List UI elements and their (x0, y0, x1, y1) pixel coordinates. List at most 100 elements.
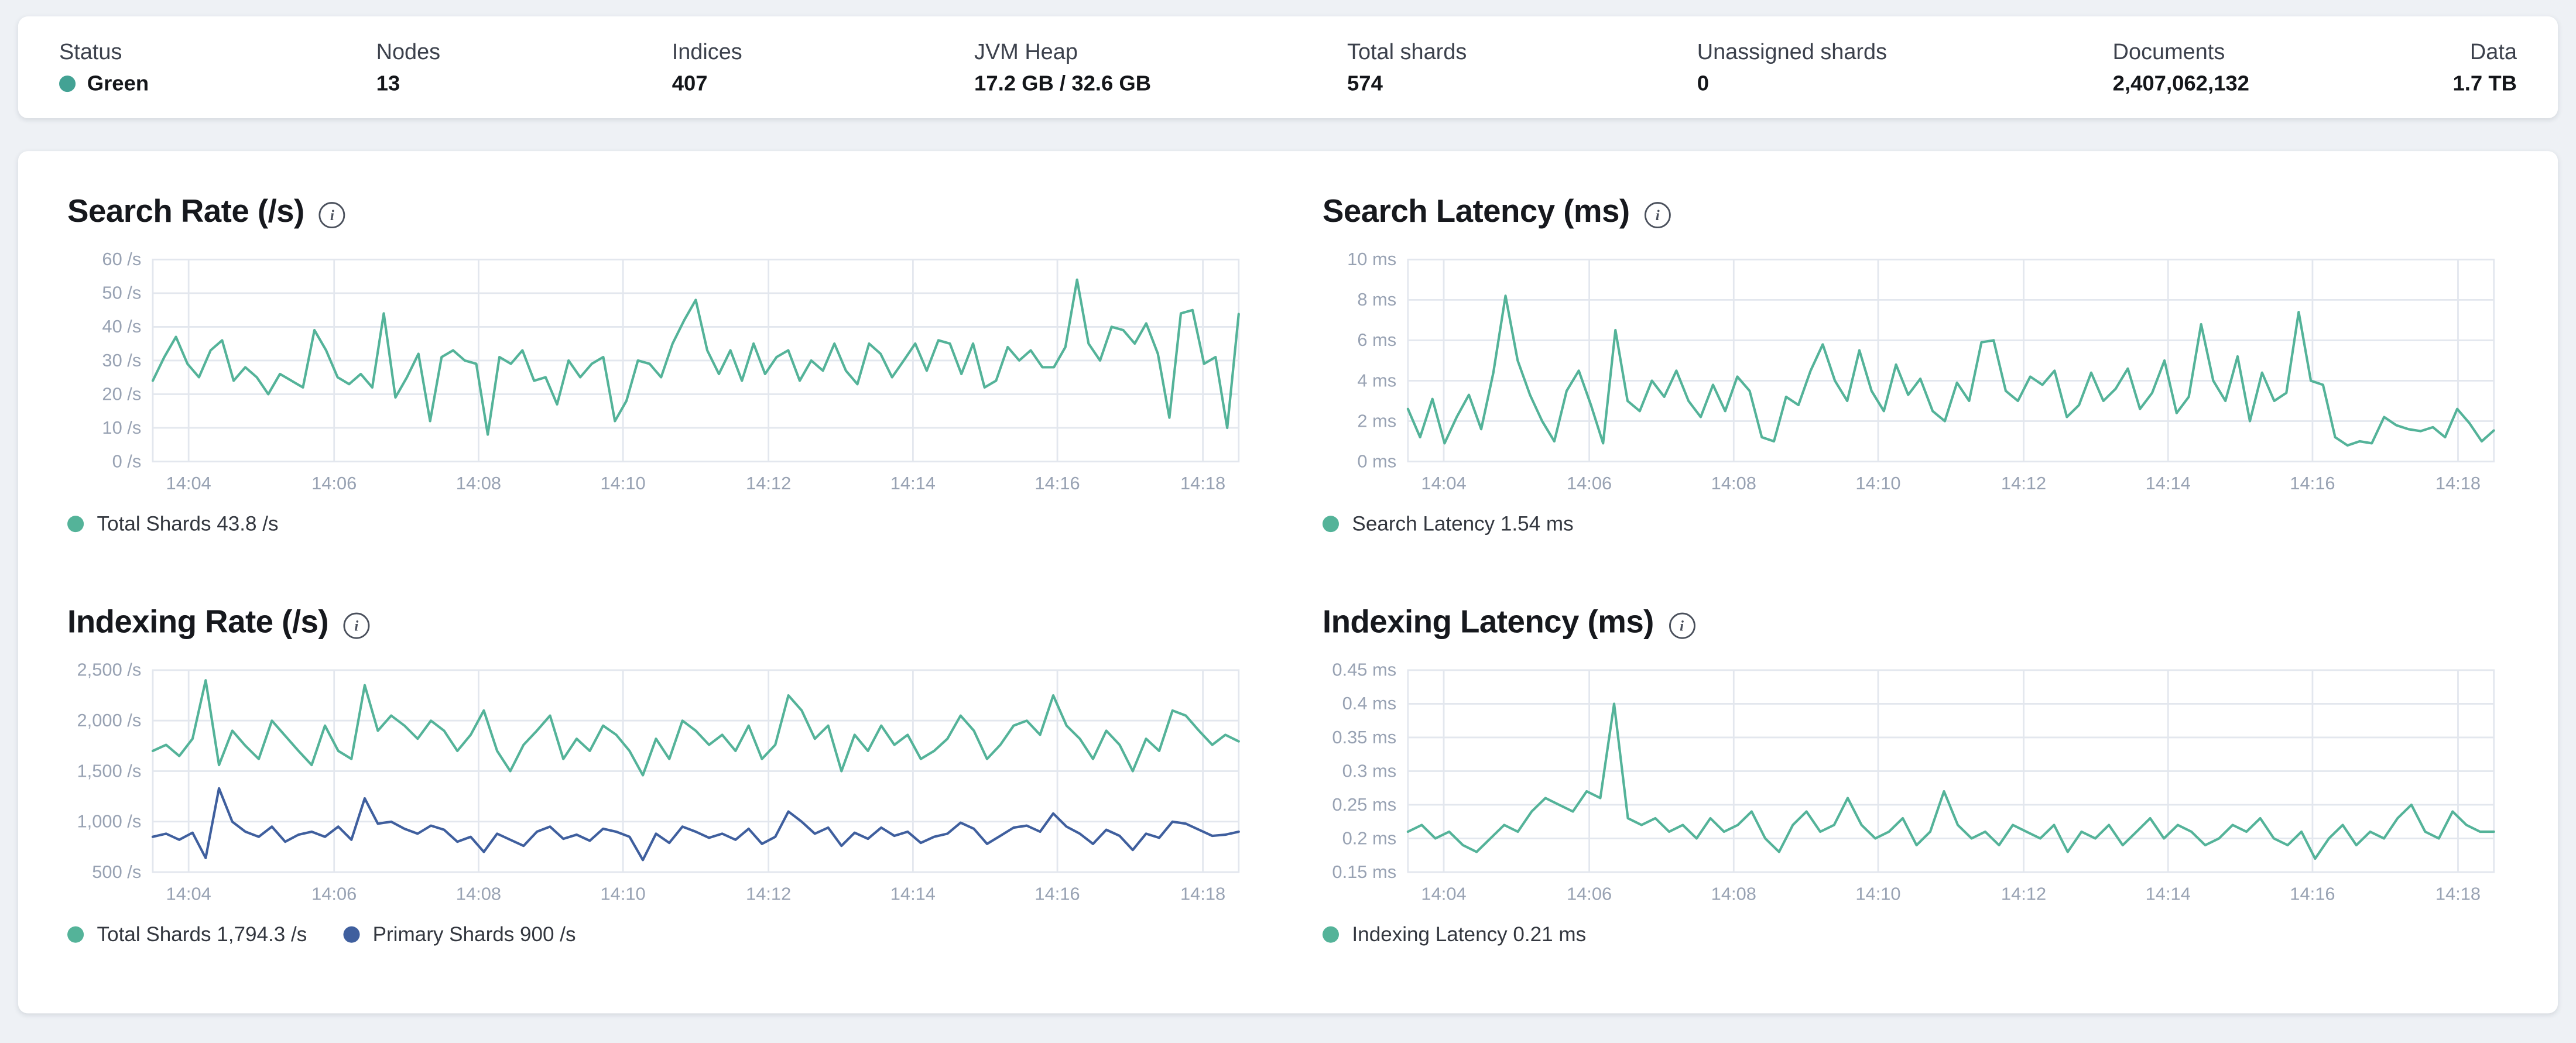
svg-text:14:08: 14:08 (1711, 473, 1756, 493)
svg-text:14:16: 14:16 (1034, 884, 1080, 904)
stat-data-size: Data 1.7 TB (2452, 39, 2516, 95)
stat-status: Status Green (59, 39, 376, 95)
stat-indices-value: 407 (672, 70, 708, 95)
svg-text:14:06: 14:06 (1567, 473, 1612, 493)
legend-label: Search Latency 1.54 ms (1352, 512, 1574, 536)
indexing-rate-title: Indexing Rate (/s) (67, 604, 329, 641)
legend-dot-icon (1322, 516, 1339, 533)
stat-data-size-label: Data (2469, 39, 2517, 64)
search-latency-plot[interactable]: 0 ms 2 ms 4 ms 6 ms 8 ms 10 ms 14:04 14:06 14:08… (1323, 248, 2509, 498)
svg-text:14:04: 14:04 (166, 884, 211, 904)
stat-status-value: Green (87, 70, 149, 95)
stat-unassigned-shards-value: 0 (1697, 70, 1710, 95)
info-icon[interactable]: i (1669, 612, 1695, 639)
svg-text:1,000 /s: 1,000 /s (77, 811, 142, 832)
indexing-latency-plot[interactable]: 0.15 ms 0.2 ms 0.25 ms 0.3 ms 0.35 ms 0.4 ms 0… (1323, 658, 2509, 908)
svg-text:14:10: 14:10 (601, 473, 646, 493)
stat-indices-label: Indices (672, 39, 742, 64)
svg-text:14:12: 14:12 (2001, 473, 2046, 493)
svg-text:14:10: 14:10 (601, 884, 646, 904)
stat-total-shards-label: Total shards (1347, 39, 1467, 64)
legend-dot-icon (1322, 926, 1339, 943)
svg-text:14:18: 14:18 (1180, 473, 1225, 493)
indexing-rate-plot[interactable]: 500 /s 1,000 /s 1,500 /s 2,000 /s 2,500 /s 14… (67, 658, 1253, 908)
svg-text:14:08: 14:08 (456, 473, 501, 493)
indexing-rate-legend: Total Shards 1,794.3 /s Primary Shards 9… (67, 923, 1253, 946)
legend-label: Primary Shards 900 /s (372, 923, 576, 946)
svg-text:14:16: 14:16 (2290, 473, 2335, 493)
svg-text:0 ms: 0 ms (1357, 451, 1396, 471)
stat-jvm-heap: JVM Heap 17.2 GB / 32.6 GB (974, 39, 1347, 95)
svg-text:30 /s: 30 /s (102, 350, 141, 370)
stat-indices: Indices 407 (672, 39, 974, 95)
indexing-latency-chart: Indexing Latency (ms) i 0.15 ms 0.2 ms 0.2… (1322, 605, 2509, 946)
dashboard-viewport: Status Green Nodes 13 Indices 407 JVM He… (0, 0, 2576, 1043)
svg-text:14:18: 14:18 (1180, 884, 1225, 904)
stat-nodes-value: 13 (376, 70, 400, 95)
svg-text:14:12: 14:12 (746, 884, 791, 904)
info-icon[interactable]: i (1644, 201, 1671, 228)
svg-text:14:12: 14:12 (2001, 884, 2046, 904)
svg-text:14:16: 14:16 (2290, 884, 2335, 904)
svg-text:14:10: 14:10 (1855, 884, 1900, 904)
svg-text:14:14: 14:14 (890, 473, 936, 493)
charts-panel: Search Rate (/s) i 0 /s 10 /s 20 /s 30 /s 40… (18, 151, 2558, 1014)
svg-text:20 /s: 20 /s (102, 383, 141, 404)
legend-item: Total Shards 43.8 /s (67, 513, 279, 536)
svg-text:14:12: 14:12 (746, 473, 791, 493)
indexing-latency-legend: Indexing Latency 0.21 ms (1322, 923, 2509, 946)
search-latency-title: Search Latency (ms) (1322, 194, 1630, 230)
legend-item: Search Latency 1.54 ms (1322, 512, 1574, 536)
search-rate-plot[interactable]: 0 /s 10 /s 20 /s 30 /s 40 /s 50 /s 60 /s 14:04 1… (67, 248, 1253, 498)
legend-item: Indexing Latency 0.21 ms (1322, 923, 1586, 946)
stat-nodes: Nodes 13 (376, 39, 672, 95)
svg-text:0.25 ms: 0.25 ms (1332, 794, 1396, 815)
svg-text:10 ms: 10 ms (1347, 249, 1396, 269)
svg-text:50 /s: 50 /s (102, 283, 141, 303)
legend-label: Total Shards 43.8 /s (97, 512, 279, 536)
stat-unassigned-shards: Unassigned shards 0 (1697, 39, 2113, 95)
svg-text:10 /s: 10 /s (102, 417, 141, 438)
status-green-dot-icon (59, 74, 76, 91)
stat-jvm-heap-label: JVM Heap (974, 39, 1078, 64)
svg-text:14:08: 14:08 (456, 884, 501, 904)
svg-text:0.3 ms: 0.3 ms (1342, 760, 1397, 781)
svg-text:14:06: 14:06 (311, 884, 357, 904)
svg-text:2 ms: 2 ms (1357, 410, 1396, 431)
svg-text:0.2 ms: 0.2 ms (1342, 828, 1397, 848)
svg-text:14:14: 14:14 (890, 884, 936, 904)
stat-documents: Documents 2,407,062,132 (2113, 39, 2453, 95)
svg-text:14:08: 14:08 (1711, 884, 1756, 904)
legend-label: Total Shards 1,794.3 /s (97, 923, 307, 946)
svg-text:14:06: 14:06 (1567, 884, 1612, 904)
svg-text:14:16: 14:16 (1034, 473, 1080, 493)
svg-text:14:18: 14:18 (2435, 884, 2481, 904)
svg-text:8 ms: 8 ms (1357, 289, 1396, 310)
svg-text:14:10: 14:10 (1855, 473, 1900, 493)
svg-text:14:04: 14:04 (1421, 884, 1466, 904)
legend-dot-icon (343, 926, 360, 943)
svg-text:14:06: 14:06 (311, 473, 357, 493)
svg-text:4 ms: 4 ms (1357, 370, 1396, 390)
search-rate-chart: Search Rate (/s) i 0 /s 10 /s 20 /s 30 /s 40… (67, 194, 1253, 536)
svg-text:14:04: 14:04 (1421, 473, 1466, 493)
svg-text:6 ms: 6 ms (1357, 330, 1396, 350)
svg-text:14:14: 14:14 (2146, 884, 2191, 904)
info-icon[interactable]: i (318, 201, 345, 228)
stat-total-shards-value: 574 (1347, 70, 1383, 95)
svg-text:0.4 ms: 0.4 ms (1342, 693, 1397, 713)
info-icon[interactable]: i (343, 612, 370, 639)
stat-documents-label: Documents (2112, 39, 2225, 64)
stat-nodes-label: Nodes (376, 39, 441, 64)
svg-text:40 /s: 40 /s (102, 316, 141, 337)
svg-text:14:04: 14:04 (166, 473, 211, 493)
indexing-rate-chart: Indexing Rate (/s) i 500 /s 1,000 /s 1,500… (67, 605, 1253, 946)
legend-dot-icon (67, 516, 84, 533)
legend-item: Primary Shards 900 /s (343, 923, 576, 946)
stat-jvm-heap-value: 17.2 GB / 32.6 GB (974, 70, 1152, 95)
legend-item: Total Shards 1,794.3 /s (67, 923, 307, 946)
search-latency-legend: Search Latency 1.54 ms (1322, 512, 2509, 536)
svg-text:2,000 /s: 2,000 /s (77, 710, 142, 730)
svg-text:0.45 ms: 0.45 ms (1332, 660, 1396, 680)
cluster-stats-bar: Status Green Nodes 13 Indices 407 JVM He… (18, 16, 2558, 119)
